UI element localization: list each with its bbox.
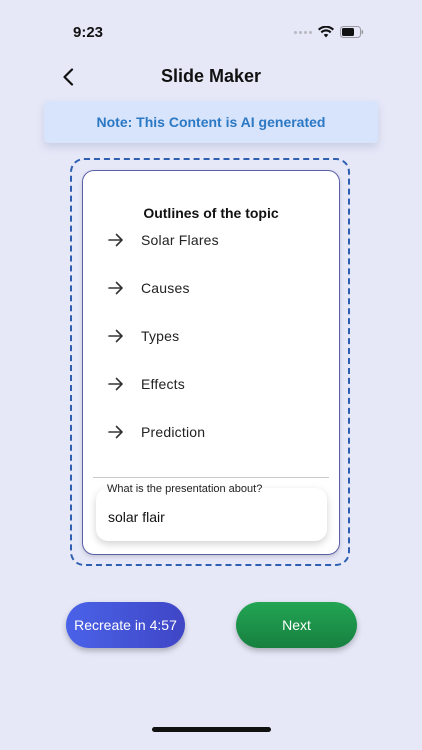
status-time: 9:23 xyxy=(73,24,104,41)
outline-item-label: Prediction xyxy=(141,424,206,440)
topic-input[interactable]: solar flair xyxy=(96,488,327,541)
arrow-right-icon xyxy=(108,329,123,343)
outline-item: Types xyxy=(107,327,327,375)
battery-icon xyxy=(340,26,364,38)
status-bar: 9:23 xyxy=(0,0,422,60)
next-button[interactable]: Next xyxy=(236,602,357,648)
outline-item-label: Causes xyxy=(141,280,190,296)
outline-item: Prediction xyxy=(107,423,327,471)
arrow-right-icon xyxy=(108,377,123,391)
arrow-right-icon xyxy=(108,233,123,247)
topic-input-value: solar flair xyxy=(108,509,165,525)
outline-item-label: Effects xyxy=(141,376,185,392)
recreate-button[interactable]: Recreate in 4:57 xyxy=(66,602,185,648)
home-indicator xyxy=(152,727,271,732)
arrow-right-icon xyxy=(108,425,123,439)
outline-item: Effects xyxy=(107,375,327,423)
outline-item-label: Types xyxy=(141,328,180,344)
topic-input-label: What is the presentation about? xyxy=(107,483,263,495)
outline-item: Causes xyxy=(107,279,327,327)
page-title: Slide Maker xyxy=(160,66,262,86)
status-icons xyxy=(294,26,364,38)
outline-heading: Outlines of the topic xyxy=(143,205,279,221)
header: Slide Maker xyxy=(0,60,422,94)
outline-item: Solar Flares xyxy=(107,231,327,279)
signal-dots-icon xyxy=(294,30,312,34)
outline-item-label: Solar Flares xyxy=(141,232,219,248)
divider xyxy=(93,477,329,478)
outline-card: Outlines of the topic Solar Flares Cause… xyxy=(82,170,340,555)
arrow-right-icon xyxy=(108,281,123,295)
ai-generated-note: Note: This Content is AI generated xyxy=(44,101,378,143)
wifi-icon xyxy=(318,26,334,38)
outline-list: Solar Flares Causes Types Effects Predic… xyxy=(107,231,327,471)
